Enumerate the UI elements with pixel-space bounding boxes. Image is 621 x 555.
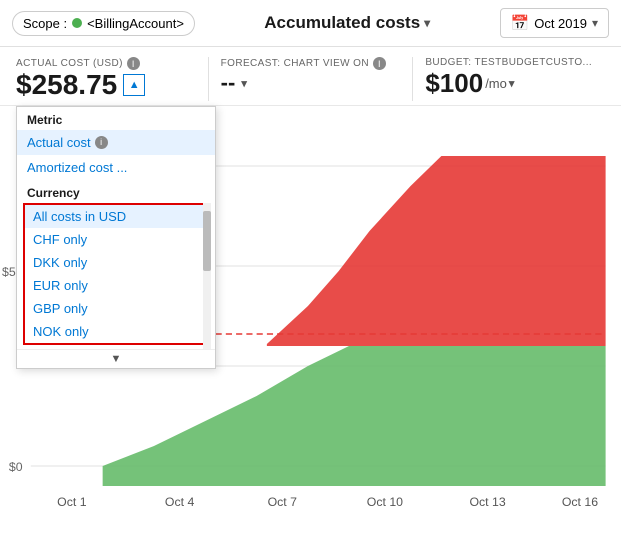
chart-type-button[interactable]: Accumulated costs ▾ [264,13,430,33]
budget-chevron[interactable]: ▾ [509,77,515,90]
budget-period: /mo [485,76,507,91]
actual-cost-expand-button[interactable]: ▲ [123,74,145,96]
chart-type-label: Accumulated costs [264,13,420,33]
chart-type-chevron: ▾ [424,16,430,30]
svg-text:Oct 10: Oct 10 [367,495,403,509]
forecast-label: FORECAST: CHART VIEW ON i [221,57,391,70]
currency-scroll-container: All costs in USD CHF only DKK only EUR o… [17,203,215,349]
svg-text:Oct 13: Oct 13 [469,495,505,509]
currency-gbp-item[interactable]: GBP only [25,297,207,320]
metric-section-title: Metric [17,107,215,130]
svg-text:$0: $0 [9,460,23,474]
svg-text:Oct 7: Oct 7 [268,495,298,509]
metric-amortized-cost-item[interactable]: Amortized cost ... [17,155,215,180]
scope-selector[interactable]: Scope : <BillingAccount> [12,11,195,36]
budget-label: BUDGET: TESTBUDGETCUSTO... [425,57,595,68]
scrollbar-thumb[interactable] [203,211,211,271]
budget-value: $100 /mo ▾ [425,68,595,99]
stats-row: ACTUAL COST (USD) i $258.75 ▲ FORECAST: … [0,47,621,106]
scope-status-dot [72,18,82,28]
currency-section-title: Currency [17,180,215,203]
chart-title-area: Accumulated costs ▾ [205,13,490,33]
metric-actual-cost-item[interactable]: Actual cost i [17,130,215,155]
metric-dropdown-panel: Metric Actual cost i Amortized cost ... … [16,106,216,369]
currency-eur-item[interactable]: EUR only [25,274,207,297]
metric-actual-cost-info[interactable]: i [95,136,108,149]
forecast-chevron[interactable]: ▾ [241,77,247,90]
stat-divider-2 [412,57,413,101]
date-label: Oct 2019 [534,16,587,31]
svg-text:Oct 1: Oct 1 [57,495,87,509]
svg-text:Oct 4: Oct 4 [165,495,195,509]
calendar-icon: 📅 [511,14,530,32]
forecast-value: -- ▾ [221,70,391,96]
currency-options-group: All costs in USD CHF only DKK only EUR o… [23,203,209,345]
forecast-block: FORECAST: CHART VIEW ON i -- ▾ [221,57,401,96]
date-chevron: ▾ [592,16,598,30]
scope-account: <BillingAccount> [87,16,184,31]
dropdown-scroll-down-button[interactable]: ▼ [17,349,215,368]
date-picker-button[interactable]: 📅 Oct 2019 ▾ [500,8,609,38]
actual-cost-block: ACTUAL COST (USD) i $258.75 ▲ [16,57,196,101]
currency-nok-item[interactable]: NOK only [25,320,207,343]
currency-usd-item[interactable]: All costs in USD [25,205,207,228]
currency-chf-item[interactable]: CHF only [25,228,207,251]
chart-area: Metric Actual cost i Amortized cost ... … [0,106,621,541]
currency-dkk-item[interactable]: DKK only [25,251,207,274]
scope-label: Scope : [23,16,67,31]
actual-cost-info-icon[interactable]: i [127,57,140,70]
top-bar: Scope : <BillingAccount> Accumulated cos… [0,0,621,47]
forecast-info-icon[interactable]: i [373,57,386,70]
stat-divider-1 [208,57,209,101]
scrollbar-track [203,203,211,349]
actual-cost-value: $258.75 ▲ [16,70,186,101]
budget-block: BUDGET: TESTBUDGETCUSTO... $100 /mo ▾ [425,57,605,99]
svg-text:Oct 16: Oct 16 [562,495,598,509]
